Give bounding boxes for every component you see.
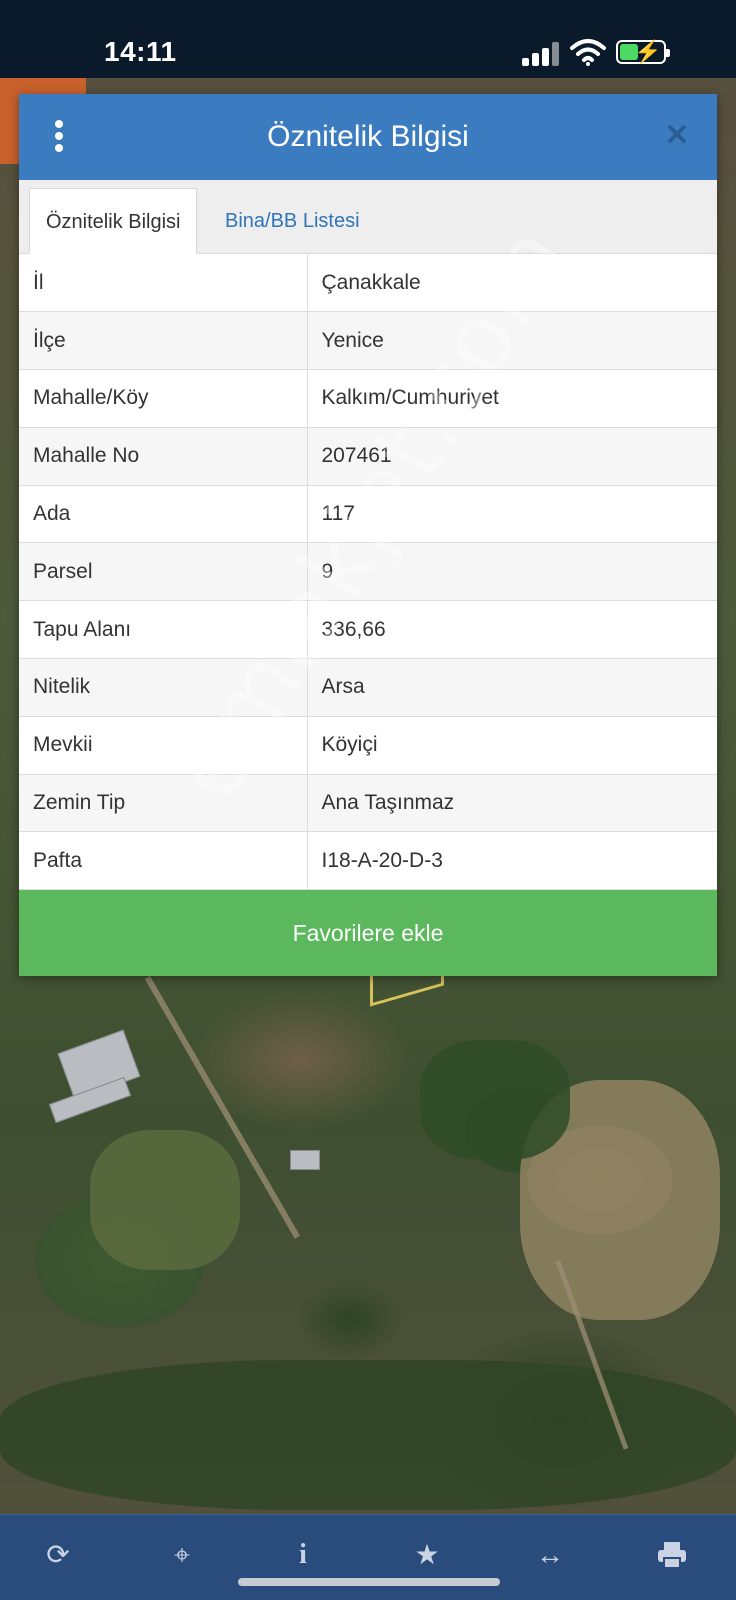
more-vertical-icon[interactable] (49, 118, 69, 154)
tab-bar: Öznitelik Bilgisi Bina/BB Listesi (19, 180, 717, 254)
map-field (90, 1130, 240, 1270)
home-indicator (238, 1578, 500, 1586)
table-row: Pafta I18-A-20-D-3 (19, 831, 717, 891)
row-value: 9 (307, 542, 717, 602)
row-key: İl (19, 254, 308, 313)
row-value: Köyiçi (307, 716, 717, 775)
add-to-favorites-button[interactable]: Favorilere ekle (19, 890, 717, 976)
table-row: İlçe Yenice (19, 311, 717, 371)
row-key: Parsel (19, 542, 308, 602)
tab-attribute-info[interactable]: Öznitelik Bilgisi (29, 188, 198, 254)
attribute-table: İl Çanakkale İlçe Yenice Mahalle/Köy Kalkım… (19, 254, 717, 891)
row-key: Ada (19, 485, 308, 544)
row-key: Pafta (19, 831, 308, 891)
attribute-dialog: Öznitelik Bilgisi ✕ Öznitelik Bilgisi Bi… (19, 94, 717, 976)
star-icon[interactable]: ★ (405, 1533, 449, 1577)
info-icon[interactable]: i (281, 1533, 325, 1577)
wifi-icon (570, 38, 606, 66)
table-row: Mahalle No 207461 (19, 427, 717, 486)
close-icon[interactable]: ✕ (659, 118, 695, 154)
row-value: 207461 (307, 427, 717, 486)
row-value: 336,66 (307, 600, 717, 660)
map-tree-cluster (0, 1360, 736, 1510)
dialog-title: Öznitelik Bilgisi (267, 120, 469, 153)
dialog-header: Öznitelik Bilgisi ✕ (19, 94, 717, 180)
status-time: 14:11 (104, 36, 177, 67)
table-row: Mevkii Köyiçi (19, 716, 717, 775)
row-value: Kalkım/Cumhuriyet (307, 369, 717, 428)
table-row: Nitelik Arsa (19, 658, 717, 717)
row-key: Mahalle/Köy (19, 369, 308, 428)
row-value: 117 (307, 485, 717, 544)
row-value: Ana Taşınmaz (307, 774, 717, 833)
row-key: Tapu Alanı (19, 600, 308, 660)
measure-icon[interactable]: ↔ (528, 1533, 572, 1577)
table-row: Mahalle/Köy Kalkım/Cumhuriyet (19, 369, 717, 428)
bottom-toolbar: ⟳ ⌖ i ★ ↔ (0, 1514, 736, 1600)
row-value: Çanakkale (307, 254, 717, 313)
map-tree-cluster (420, 1040, 570, 1160)
row-value: I18-A-20-D-3 (307, 831, 717, 891)
row-key: Nitelik (19, 658, 308, 717)
tab-building-list[interactable]: Bina/BB Listesi (209, 188, 376, 254)
row-value: Yenice (307, 311, 717, 371)
row-key: İlçe (19, 311, 308, 371)
refresh-icon[interactable]: ⟳ (36, 1533, 80, 1577)
cellular-signal-icon (522, 42, 560, 66)
table-row: Zemin Tip Ana Taşınmaz (19, 774, 717, 833)
row-key: Mahalle No (19, 427, 308, 486)
table-row: Ada 117 (19, 485, 717, 544)
battery-charging-icon: ⚡ (616, 40, 670, 64)
locate-icon[interactable]: ⌖ (160, 1533, 204, 1577)
map-building (290, 1150, 320, 1170)
table-row: İl Çanakkale (19, 254, 717, 313)
row-key: Mevkii (19, 716, 308, 775)
print-icon[interactable] (650, 1533, 694, 1577)
status-bar: 14:11 ⚡ (0, 0, 736, 78)
row-key: Zemin Tip (19, 774, 308, 833)
table-row: Parsel 9 (19, 542, 717, 602)
row-value: Arsa (307, 658, 717, 717)
table-row: Tapu Alanı 336,66 (19, 600, 717, 660)
